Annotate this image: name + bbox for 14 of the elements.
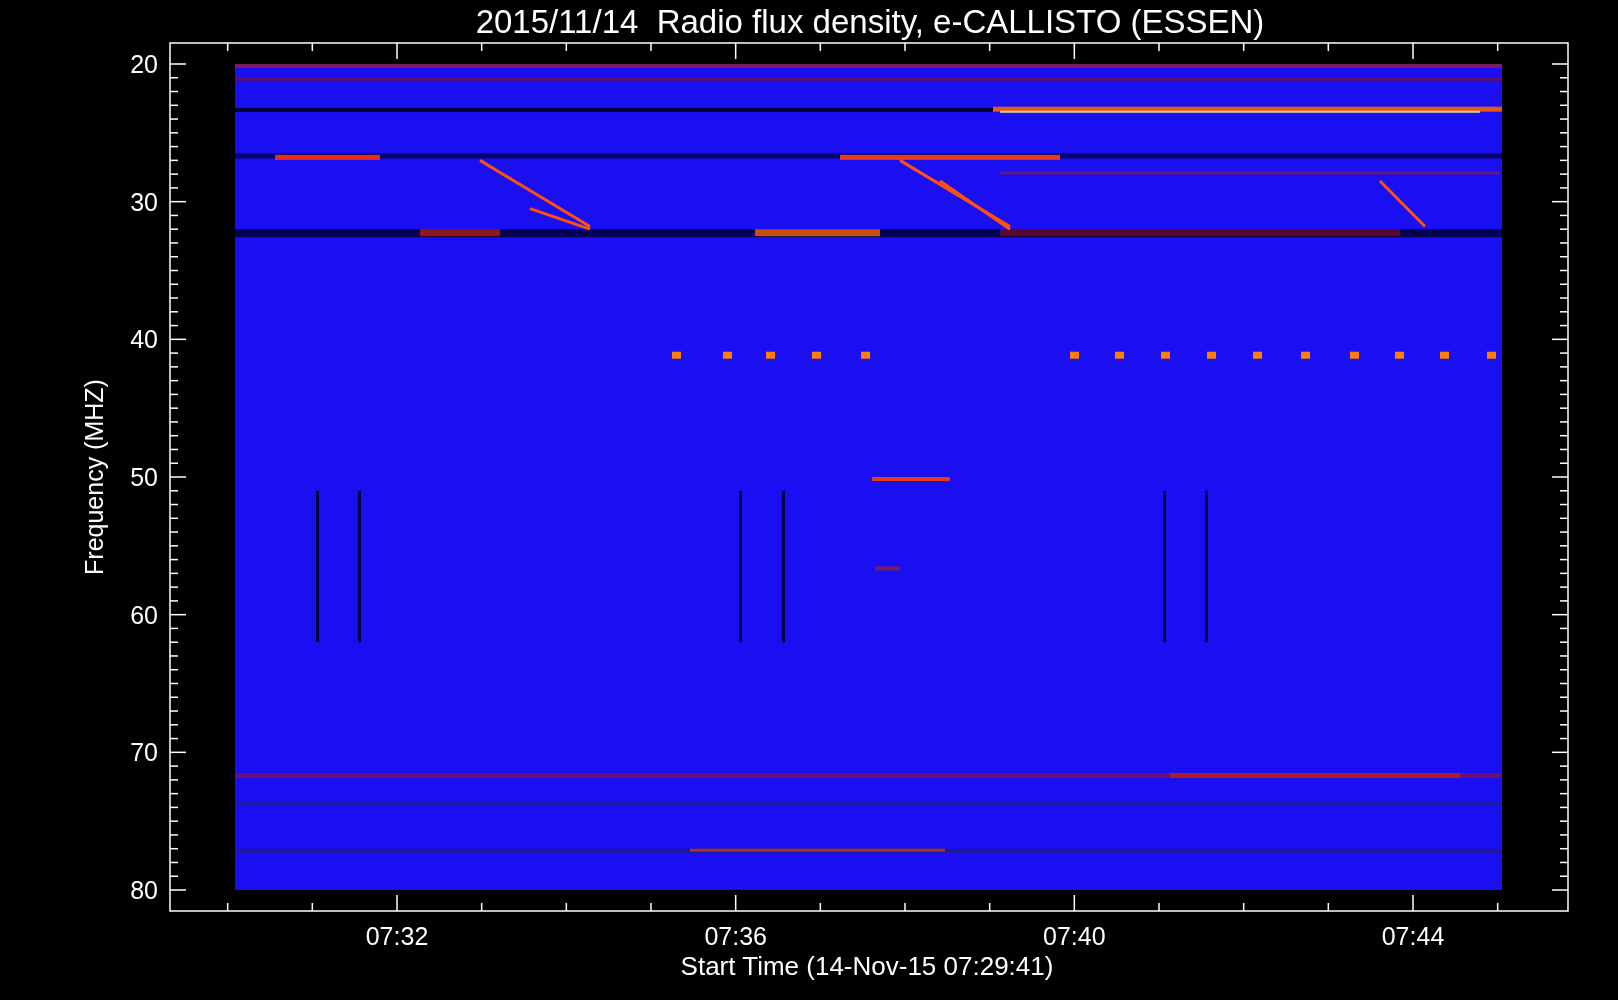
y-tick-label: 50 [130, 463, 158, 491]
x-tick-label: 07:40 [1043, 922, 1106, 950]
y-tick-label: 80 [130, 876, 158, 904]
y-tick-label: 40 [130, 325, 158, 354]
x-axis-label: Start Time (14-Nov-15 07:29:41) [680, 951, 1054, 981]
y-axis-label: Frequency (MHZ) [80, 379, 108, 575]
y-tick-label: 60 [130, 600, 158, 629]
x-tick-label: 07:36 [704, 922, 767, 950]
y-tick-label: 20 [130, 50, 158, 78]
x-tick-label: 07:32 [365, 922, 429, 950]
y-tick-label: 30 [130, 187, 158, 216]
plot-title: 2015/11/14 Radio flux density, e-CALLISTO (ESSEN) [475, 3, 1265, 40]
x-tick-label: 07:44 [1381, 922, 1445, 950]
y-tick-label: 70 [130, 738, 158, 767]
